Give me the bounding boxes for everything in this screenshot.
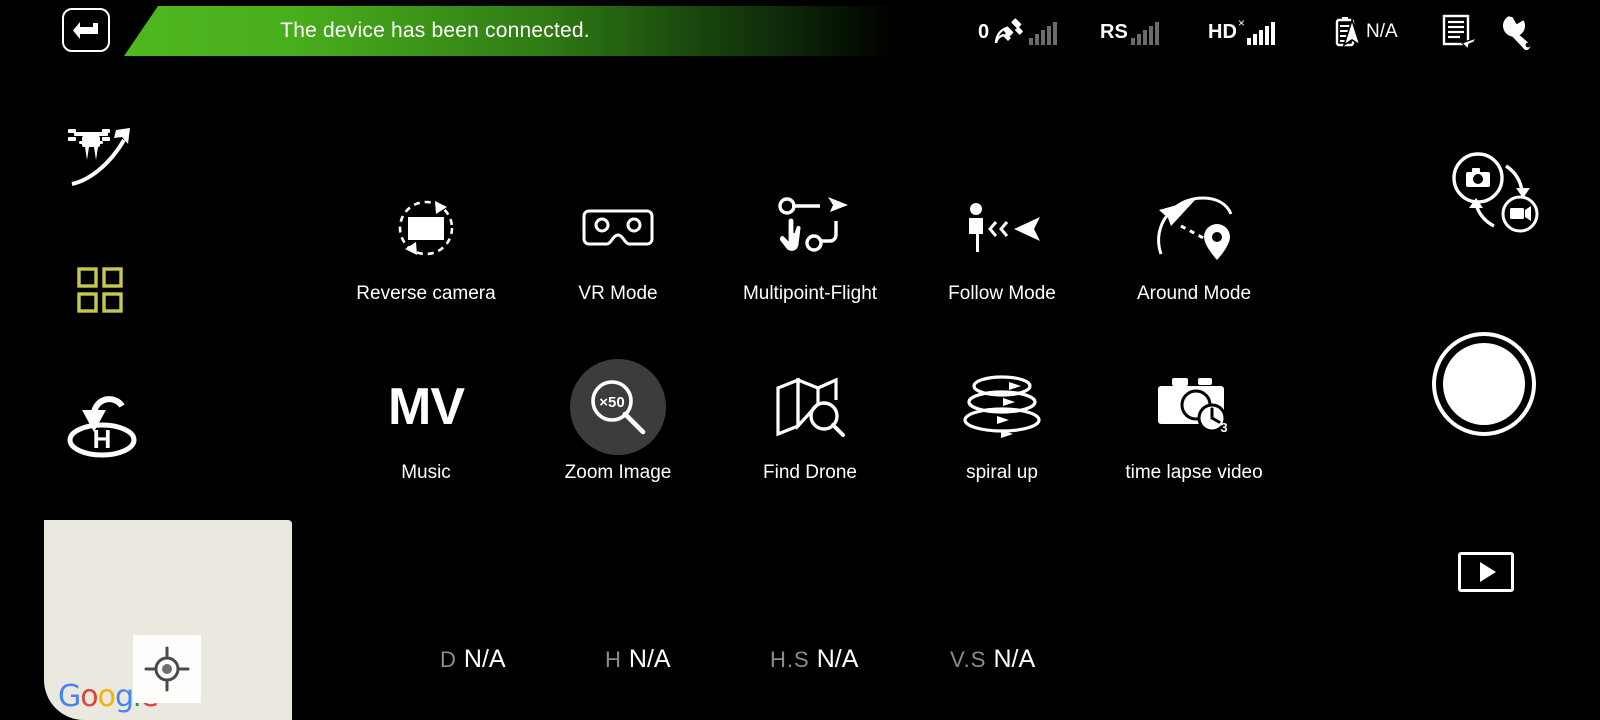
svg-text:×50: ×50 xyxy=(599,394,624,411)
google-logo-letter: o xyxy=(80,679,98,714)
hd-superscript: × xyxy=(1237,16,1245,30)
telemetry-item-height: H N/A xyxy=(605,645,770,674)
google-logo-letter: g xyxy=(114,679,134,714)
camera-video-swap-icon xyxy=(1452,152,1539,233)
sidebar-item-takeoff[interactable] xyxy=(58,118,146,194)
vr-goggles-icon xyxy=(582,209,654,246)
rs-signal-bars-icon xyxy=(1130,19,1159,45)
reverse-camera-icon xyxy=(398,200,454,256)
waypoint-path-icon-wrap xyxy=(762,180,858,276)
menu-item-music[interactable]: MV Music xyxy=(330,359,522,484)
telemetry-item-distance: D N/A xyxy=(440,645,605,674)
gallery-button[interactable] xyxy=(1458,552,1514,592)
battery-value: N/A xyxy=(1366,21,1398,42)
follow-person-icon xyxy=(969,203,1040,252)
crosshair-locate-icon xyxy=(144,646,190,692)
menu-item-zoom-image[interactable]: ×50 Zoom Image xyxy=(522,359,714,484)
telemetry-key: H xyxy=(605,647,622,672)
menu-item-label: Reverse camera xyxy=(356,283,496,304)
drone-takeoff-icon xyxy=(68,128,130,186)
timelapse-camera-icon: 3 xyxy=(1158,378,1228,435)
menu-item-find-drone[interactable]: Find Drone xyxy=(714,359,906,484)
spiral-up-icon xyxy=(963,375,1041,438)
menu-item-label: time lapse video xyxy=(1125,462,1263,483)
back-arrow-icon xyxy=(73,22,98,39)
map-search-icon xyxy=(776,377,845,437)
reverse-camera-icon-wrap xyxy=(378,180,474,276)
status-battery[interactable]: N/A xyxy=(1330,0,1398,64)
settings-button[interactable] xyxy=(1494,0,1538,64)
telemetry-key: H.S xyxy=(770,647,810,672)
return-to-home-icon: H xyxy=(67,396,137,458)
telemetry-item-vertical-speed: V.S N/A xyxy=(950,645,1035,674)
timelapse-camera-icon-wrap: 3 xyxy=(1146,359,1242,455)
telemetry-value: N/A xyxy=(993,645,1036,673)
menu-item-label: Music xyxy=(401,462,451,483)
sidebar-item-return-home[interactable]: H xyxy=(60,390,144,462)
status-hd[interactable]: HD × xyxy=(1208,0,1275,64)
menu-item-label: Around Mode xyxy=(1136,283,1252,304)
orbit-pin-icon xyxy=(1157,196,1233,260)
google-logo-letter: G xyxy=(58,679,81,714)
menu-item-label: VR Mode xyxy=(578,283,658,304)
follow-person-icon-wrap xyxy=(954,180,1050,276)
menu-item-label: Multipoint-Flight xyxy=(742,283,878,304)
hd-signal-bars-icon xyxy=(1246,19,1275,45)
sidebar-item-functions[interactable] xyxy=(72,262,128,318)
status-rs[interactable]: RS xyxy=(1100,0,1159,64)
menu-item-reverse-camera[interactable]: Reverse camera xyxy=(330,180,522,305)
wrench-icon xyxy=(1503,16,1531,51)
flight-log-icon xyxy=(1442,14,1478,51)
camera-video-mode-switch[interactable] xyxy=(1440,148,1550,240)
battery-compass-icon xyxy=(1335,17,1362,47)
menu-item-label: Find Drone xyxy=(763,462,857,483)
connection-banner: The device has been connected. xyxy=(124,6,896,56)
vr-goggles-icon-wrap xyxy=(570,180,666,276)
satellite-icon xyxy=(995,18,1023,44)
mv-text-icon: MV xyxy=(388,378,465,436)
telemetry-key: V.S xyxy=(950,647,987,672)
timelapse-badge: 3 xyxy=(1220,420,1227,435)
menu-item-follow-mode[interactable]: Follow Mode xyxy=(906,180,1098,305)
gps-signal-bars-icon xyxy=(1029,19,1058,45)
telemetry-item-horizontal-speed: H.S N/A xyxy=(770,645,950,674)
connection-banner-text: The device has been connected. xyxy=(280,19,590,42)
shutter-button[interactable] xyxy=(1432,332,1536,436)
functions-menu-row: MV Music ×50 Zoom Image Find Drone spira… xyxy=(330,359,1290,484)
telemetry-value: N/A xyxy=(463,645,506,673)
menu-item-label: Follow Mode xyxy=(948,283,1056,304)
shutter-button-inner xyxy=(1443,343,1525,425)
status-gps[interactable]: 0 xyxy=(978,0,1058,64)
menu-item-label: Zoom Image xyxy=(564,462,672,483)
top-status-bar: The device has been connected. 0 RS HD × xyxy=(0,0,1600,64)
functions-menu: Reverse camera VR Mode Multipoint-Flight… xyxy=(330,180,1290,484)
gps-satellite-count: 0 xyxy=(978,20,990,43)
play-rectangle-icon xyxy=(1480,562,1496,582)
menu-item-around-mode[interactable]: Around Mode xyxy=(1098,180,1290,305)
menu-item-spiral-up[interactable]: spiral up xyxy=(906,359,1098,484)
menu-item-label: spiral up xyxy=(966,462,1038,483)
functions-menu-row: Reverse camera VR Mode Multipoint-Flight… xyxy=(330,180,1290,305)
spiral-up-icon-wrap xyxy=(954,359,1050,455)
grid-squares-icon xyxy=(77,267,123,313)
rs-label: RS xyxy=(1100,20,1128,43)
menu-item-multipoint-flight[interactable]: Multipoint-Flight xyxy=(714,180,906,305)
back-button[interactable] xyxy=(62,8,110,52)
orbit-pin-icon-wrap xyxy=(1146,180,1242,276)
telemetry-value: N/A xyxy=(628,645,671,673)
telemetry-value: N/A xyxy=(816,645,859,673)
magnifier-zoom-icon: ×50 xyxy=(591,380,646,435)
menu-item-time-lapse-video[interactable]: 3 time lapse video xyxy=(1098,359,1290,484)
mv-text-icon-wrap: MV xyxy=(378,359,474,455)
magnifier-zoom-icon-wrap: ×50 xyxy=(570,359,666,455)
map-search-icon-wrap xyxy=(762,359,858,455)
hd-label: HD xyxy=(1208,20,1237,43)
flight-log-button[interactable] xyxy=(1438,0,1478,64)
google-logo-letter: o xyxy=(97,679,116,714)
map-locate-button[interactable] xyxy=(133,635,201,703)
menu-item-vr-mode[interactable]: VR Mode xyxy=(522,180,714,305)
waypoint-path-icon xyxy=(778,197,848,252)
telemetry-key: D xyxy=(440,647,457,672)
telemetry-bar: D N/A H N/A H.S N/A V.S N/A xyxy=(440,645,1140,674)
